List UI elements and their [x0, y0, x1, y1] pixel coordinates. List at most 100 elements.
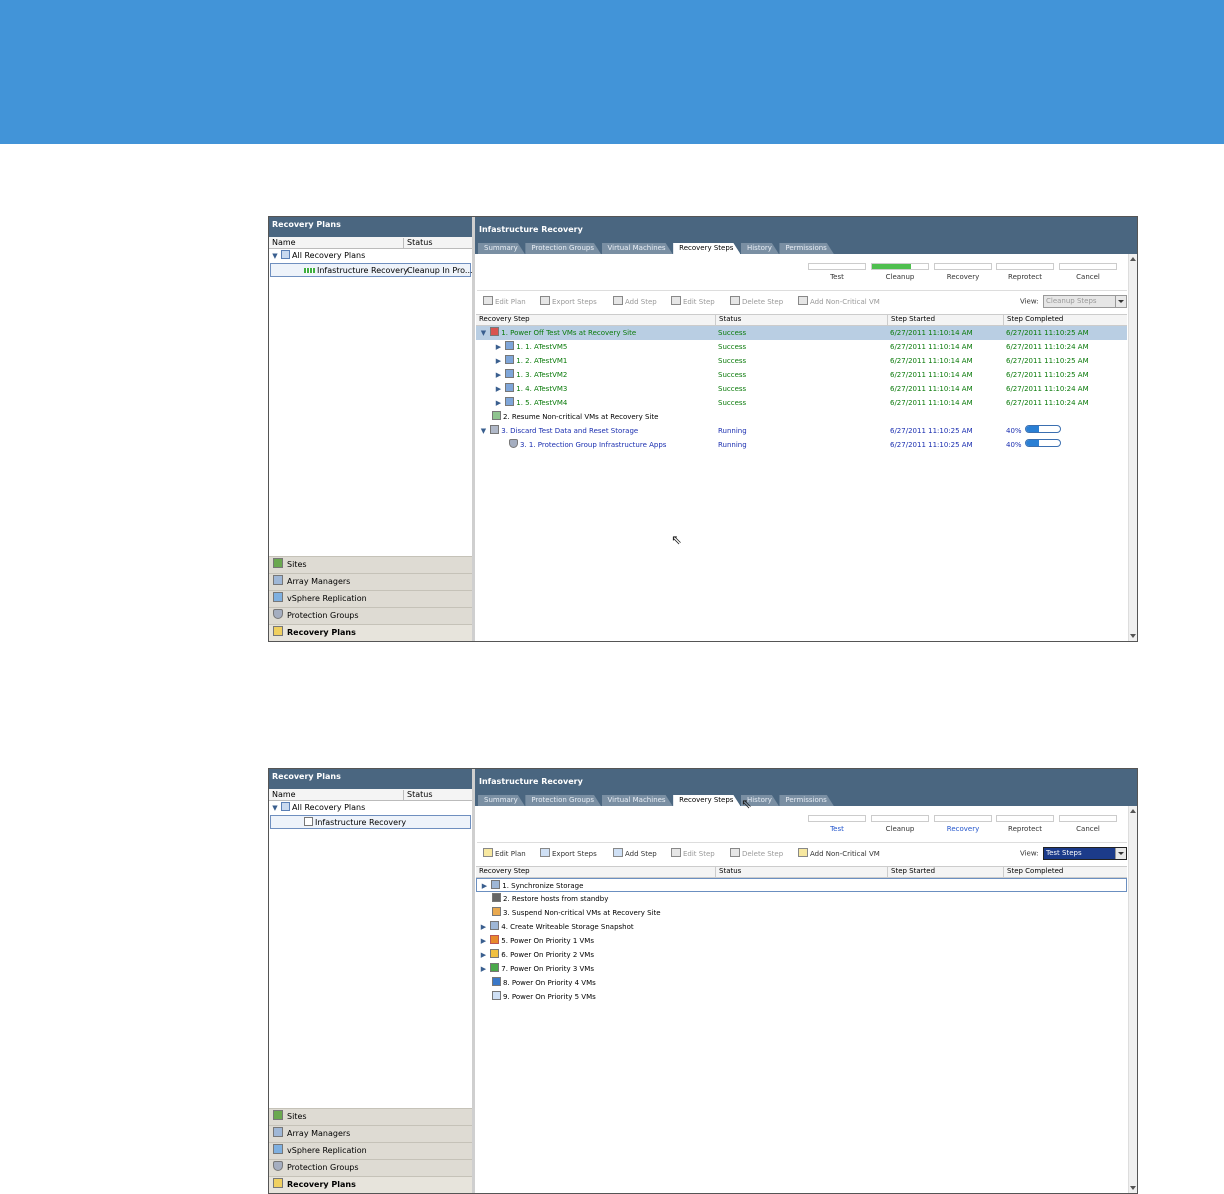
step-row[interactable]: ▶ 4. Create Writeable Storage Snapshot	[476, 920, 1127, 934]
nav-array-managers[interactable]: Array Managers	[269, 1125, 472, 1142]
step-row[interactable]: ▶ 1. Synchronize Storage	[476, 878, 1127, 892]
tree-item-infrastructure-recovery[interactable]: Infastructure Recovery	[270, 815, 471, 829]
delete-step-button[interactable]: Delete Step	[730, 296, 783, 306]
step-row[interactable]: 2. Resume Non-critical VMs at Recovery S…	[476, 410, 1127, 424]
host-icon	[492, 893, 501, 902]
tab-virtual-machines[interactable]: Virtual Machines	[602, 795, 673, 806]
cleanup-button[interactable]: Cleanup	[871, 263, 929, 281]
recovery-plans-icon	[273, 1178, 283, 1188]
step-row[interactable]: 3. 1. Protection Group Infrastructure Ap…	[476, 438, 1127, 452]
test-button[interactable]: Test	[808, 815, 866, 833]
tab-protection-groups[interactable]: Protection Groups	[525, 243, 601, 254]
edit-step-button[interactable]: Edit Step	[671, 296, 715, 306]
edit-plan-button[interactable]: Edit Plan	[483, 848, 526, 858]
nav-list: Sites Array Managers vSphere Replication…	[269, 1108, 472, 1193]
step-row[interactable]: ▶ 1. 2. ATestVM1 Success 6/27/2011 11:10…	[476, 354, 1127, 368]
nav-recovery-plans[interactable]: Recovery Plans	[269, 624, 472, 641]
add-step-button[interactable]: Add Step	[613, 848, 657, 858]
view-select[interactable]: Cleanup Steps	[1043, 295, 1127, 308]
step-row[interactable]: 8. Power On Priority 4 VMs	[476, 976, 1127, 990]
step-row[interactable]: ▶ 1. 5. ATestVM4 Success 6/27/2011 11:10…	[476, 396, 1127, 410]
tree-columns: Name Status	[269, 237, 472, 249]
edit-step-button[interactable]: Edit Step	[671, 848, 715, 858]
flag-priority-1-icon	[490, 935, 500, 944]
step-row[interactable]: 3. Suspend Non-critical VMs at Recovery …	[476, 906, 1127, 920]
plan-detail-panel: Infastructure Recovery Summary Protectio…	[475, 217, 1137, 641]
flag-priority-4-icon	[492, 977, 501, 986]
edit-plan-icon	[483, 848, 493, 857]
replication-icon	[273, 1144, 283, 1154]
column-name[interactable]: Name	[272, 238, 296, 247]
delete-step-button[interactable]: Delete Step	[730, 848, 783, 858]
vm-icon	[505, 355, 515, 364]
view-selector: View: Test Steps	[1020, 847, 1127, 860]
step-row[interactable]: ▶ 6. Power On Priority 2 VMs	[476, 948, 1127, 962]
export-steps-button[interactable]: Export Steps	[540, 848, 597, 858]
add-non-critical-vm-button[interactable]: Add Non-Critical VM	[798, 296, 880, 306]
nav-vsphere-replication[interactable]: vSphere Replication	[269, 590, 472, 607]
step-row[interactable]: ▶ 7. Power On Priority 3 VMs	[476, 962, 1127, 976]
vertical-scrollbar[interactable]	[1128, 254, 1137, 641]
view-label: View:	[1019, 849, 1039, 858]
test-button[interactable]: Test	[808, 263, 866, 281]
step-row[interactable]: ▶ 1. 4. ATestVM3 Success 6/27/2011 11:10…	[476, 382, 1127, 396]
col-step-started[interactable]: Step Started	[887, 315, 935, 325]
column-name[interactable]: Name	[272, 790, 296, 799]
nav-sites[interactable]: Sites	[269, 556, 472, 573]
expand-arrow-icon[interactable]: ▼	[269, 249, 281, 263]
nav-protection-groups[interactable]: Protection Groups	[269, 607, 472, 624]
view-select[interactable]: Test Steps	[1043, 847, 1127, 860]
tab-protection-groups[interactable]: Protection Groups	[525, 795, 601, 806]
resume-vm-icon	[492, 411, 501, 420]
nav-vsphere-replication[interactable]: vSphere Replication	[269, 1142, 472, 1159]
column-status[interactable]: Status	[403, 790, 433, 800]
tab-permissions[interactable]: Permissions	[779, 795, 833, 806]
vertical-scrollbar[interactable]	[1128, 806, 1137, 1193]
export-steps-button[interactable]: Export Steps	[540, 296, 597, 306]
tab-summary[interactable]: Summary	[478, 243, 525, 254]
tree-item-infrastructure-recovery[interactable]: Infastructure Recovery Cleanup In Pro...	[270, 263, 473, 277]
cancel-button[interactable]: Cancel	[1059, 815, 1117, 833]
tab-summary[interactable]: Summary	[478, 795, 525, 806]
power-off-icon	[490, 327, 500, 336]
edit-plan-button[interactable]: Edit Plan	[483, 296, 526, 306]
steps-grid: Recovery Step Status Step Started Step C…	[476, 314, 1127, 452]
col-recovery-step[interactable]: Recovery Step	[476, 315, 530, 325]
step-row[interactable]: ▶ 5. Power On Priority 1 VMs	[476, 934, 1127, 948]
tab-recovery-steps[interactable]: Recovery Steps	[673, 243, 740, 254]
tree-item-all-plans[interactable]: ▼ All Recovery Plans	[269, 801, 472, 815]
cleanup-button[interactable]: Cleanup	[871, 815, 929, 833]
tab-virtual-machines[interactable]: Virtual Machines	[602, 243, 673, 254]
step-row[interactable]: ▼ 3. Discard Test Data and Reset Storage…	[476, 424, 1127, 438]
tab-recovery-steps[interactable]: Recovery Steps	[673, 795, 740, 806]
nav-protection-groups[interactable]: Protection Groups	[269, 1159, 472, 1176]
reprotect-button[interactable]: Reprotect	[996, 263, 1054, 281]
cancel-button[interactable]: Cancel	[1059, 263, 1117, 281]
col-step-completed[interactable]: Step Completed	[1003, 867, 1063, 877]
step-row[interactable]: 2. Restore hosts from standby	[476, 892, 1127, 906]
col-status[interactable]: Status	[715, 867, 741, 877]
tab-permissions[interactable]: Permissions	[779, 243, 833, 254]
step-row[interactable]: ▶ 1. 3. ATestVM2 Success 6/27/2011 11:10…	[476, 368, 1127, 382]
col-status[interactable]: Status	[715, 315, 741, 325]
tree-item-all-plans[interactable]: ▼ All Recovery Plans	[269, 249, 472, 263]
step-row[interactable]: ▶ 1. 1. ATestVM5 Success 6/27/2011 11:10…	[476, 340, 1127, 354]
nav-array-managers[interactable]: Array Managers	[269, 573, 472, 590]
col-step-started[interactable]: Step Started	[887, 867, 935, 877]
step-row[interactable]: ▼ 1. Power Off Test VMs at Recovery Site…	[476, 326, 1127, 340]
recovery-plans-panel: Recovery Plans Name Status ▼ All Recovery…	[269, 217, 475, 641]
col-recovery-step[interactable]: Recovery Step	[476, 867, 530, 877]
tab-history[interactable]: History	[741, 243, 779, 254]
tab-bar: Summary Protection Groups Virtual Machin…	[478, 795, 832, 806]
step-row[interactable]: 9. Power On Priority 5 VMs	[476, 990, 1127, 1004]
reprotect-button[interactable]: Reprotect	[996, 815, 1054, 833]
column-status[interactable]: Status	[403, 238, 433, 248]
nav-recovery-plans[interactable]: Recovery Plans	[269, 1176, 472, 1193]
add-step-button[interactable]: Add Step	[613, 296, 657, 306]
expand-arrow-icon[interactable]: ▼	[269, 801, 281, 815]
nav-sites[interactable]: Sites	[269, 1108, 472, 1125]
recovery-button[interactable]: Recovery	[934, 815, 992, 833]
add-non-critical-vm-button[interactable]: Add Non-Critical VM	[798, 848, 880, 858]
recovery-button[interactable]: Recovery	[934, 263, 992, 281]
col-step-completed[interactable]: Step Completed	[1003, 315, 1063, 325]
